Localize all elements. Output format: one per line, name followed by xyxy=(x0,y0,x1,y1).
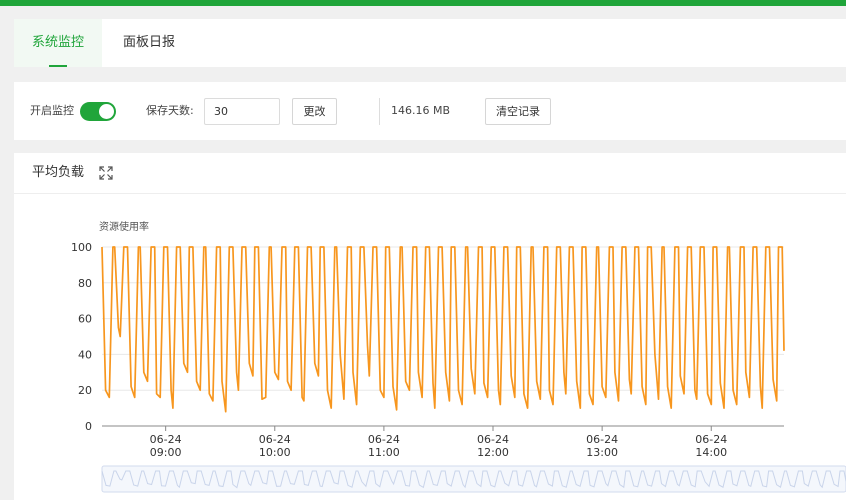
x-tick-label-time: 13:00 xyxy=(586,446,618,459)
monitor-toggle[interactable] xyxy=(80,102,116,121)
y-tick-label: 0 xyxy=(85,420,92,433)
panel-header: 平均负载 xyxy=(14,153,846,194)
data-zoom-slider[interactable] xyxy=(101,465,846,493)
tab-system-monitor[interactable]: 系统监控 xyxy=(14,19,102,67)
x-tick-label-date: 06-24 xyxy=(368,433,400,446)
x-tick-label-date: 06-24 xyxy=(259,433,291,446)
x-tick-label-time: 11:00 xyxy=(368,446,400,459)
tab-panel-daily-report[interactable]: 面板日报 xyxy=(114,19,184,67)
x-tick-label-date: 06-24 xyxy=(477,433,509,446)
monitor-toggle-label: 开启监控 xyxy=(30,104,74,117)
monitor-controls: 开启监控 保存天数: 更改 146.16 MB 清空记录 xyxy=(14,82,846,140)
tab-bar: 系统监控 面板日报 xyxy=(14,19,846,67)
x-tick-label-time: 14:00 xyxy=(695,446,727,459)
storage-size: 146.16 MB xyxy=(391,104,451,117)
change-button[interactable]: 更改 xyxy=(292,98,337,125)
retention-days-input[interactable] xyxy=(204,98,280,125)
tab-panel-daily-report-label: 面板日报 xyxy=(122,35,175,50)
x-tick-label-date: 06-24 xyxy=(586,433,618,446)
clear-records-button[interactable]: 清空记录 xyxy=(485,98,551,125)
x-tick-label-time: 10:00 xyxy=(259,446,291,459)
load-average-chart: 资源使用率02040608010006-2409:0006-2410:0006-… xyxy=(71,220,846,493)
panel-title: 平均负载 xyxy=(32,165,85,180)
y-tick-label: 20 xyxy=(78,384,92,397)
series-line xyxy=(101,246,785,413)
divider xyxy=(379,98,380,125)
tab-system-monitor-label: 系统监控 xyxy=(31,35,84,50)
top-gap xyxy=(0,6,846,19)
load-average-panel: 平均负载 资源使用率 0 20 40 60 80 100 06-24 09:00 06-24 10:… xyxy=(14,153,846,500)
toggle-knob xyxy=(99,104,114,119)
y-tick-label: 60 xyxy=(78,313,92,326)
x-tick-label-date: 06-24 xyxy=(695,433,727,446)
x-tick-label-time: 12:00 xyxy=(477,446,509,459)
y-tick-label: 40 xyxy=(78,348,92,361)
y-axis-label: 资源使用率 xyxy=(99,220,149,233)
x-tick-label-time: 09:00 xyxy=(150,446,182,459)
retention-days-label: 保存天数: xyxy=(146,104,194,117)
y-tick-label: 100 xyxy=(71,241,92,254)
active-tab-underline xyxy=(49,65,67,67)
y-tick-label: 80 xyxy=(78,277,92,290)
fullscreen-expand-icon[interactable] xyxy=(98,165,114,181)
x-tick-label-date: 06-24 xyxy=(150,433,182,446)
